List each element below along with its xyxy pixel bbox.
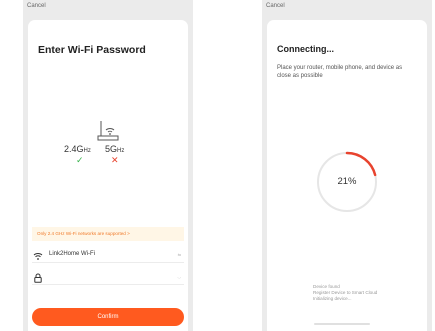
home-indicator <box>314 323 370 325</box>
show-password-icon[interactable]: ◡ <box>178 274 182 279</box>
password-field[interactable]: ◡ <box>32 271 184 285</box>
confirm-button[interactable]: Confirm <box>32 308 184 326</box>
page-title: Connecting... <box>277 44 334 54</box>
progress-percent: 21% <box>337 176 357 187</box>
page-title: Enter Wi-Fi Password <box>38 44 146 56</box>
password-card: Enter Wi-Fi Password 2.4GHz 5GHz ✓ ✕ Onl… <box>28 20 188 331</box>
band-5ghz-label: 5GHz <box>105 144 125 154</box>
cancel-button[interactable]: Cancel <box>27 3 46 9</box>
password-input[interactable] <box>49 272 159 283</box>
checkmark-icon: ✓ <box>76 155 84 165</box>
router-icon <box>97 121 119 141</box>
placement-instructions: Place your router, mobile phone, and dev… <box>277 65 403 79</box>
band-24ghz-label: 2.4GHz <box>64 144 91 154</box>
lock-icon <box>34 273 42 283</box>
wifi-password-screen: Cancel Enter Wi-Fi Password 2.4GHz 5GHz … <box>23 0 193 331</box>
supported-networks-notice[interactable]: Only 2.4 GHz Wi-Fi networks are supporte… <box>32 227 184 241</box>
cancel-button[interactable]: Cancel <box>266 3 285 9</box>
status-step: Initializing device... <box>313 296 352 301</box>
connecting-card: Connecting... Place your router, mobile … <box>267 20 427 331</box>
wifi-network-field[interactable]: Link2Home Wi-Fi ⇆ <box>32 249 184 263</box>
connecting-screen: Cancel Connecting... Place your router, … <box>262 0 432 331</box>
cross-icon: ✕ <box>111 155 119 165</box>
switch-network-icon[interactable]: ⇆ <box>178 252 181 257</box>
wifi-network-name: Link2Home Wi-Fi <box>49 251 96 257</box>
status-steps: Device found Register Device to Smart Cl… <box>313 284 377 302</box>
wifi-icon <box>33 253 43 260</box>
